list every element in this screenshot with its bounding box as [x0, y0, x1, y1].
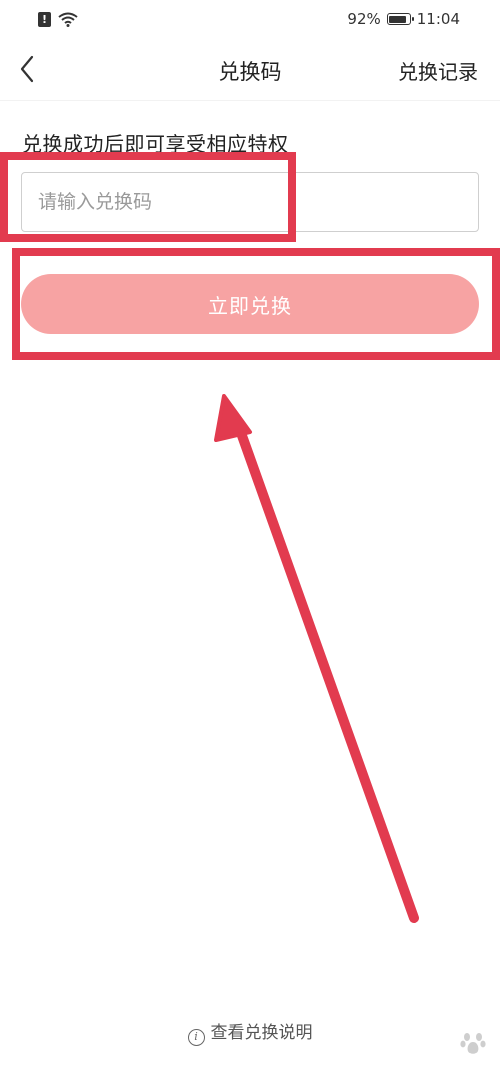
paw-logo-icon — [460, 1033, 486, 1054]
redeem-instructions-label: 查看兑换说明 — [210, 1023, 313, 1043]
annotation-arrow — [214, 394, 419, 923]
info-icon: i — [187, 1029, 205, 1046]
redeem-instructions-link[interactable]: i 查看兑换说明 — [0, 1018, 500, 1046]
baidu-jingyan-watermark — [460, 1030, 486, 1056]
